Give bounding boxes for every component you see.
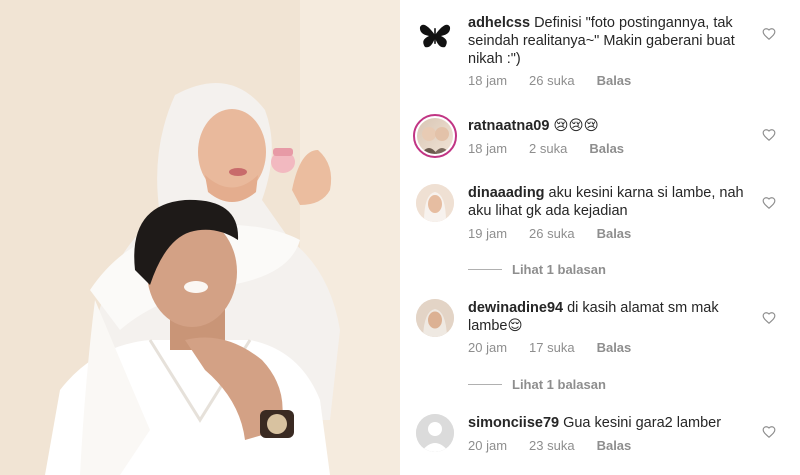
reply-button[interactable]: Balas	[597, 438, 632, 453]
avatar-photo	[416, 184, 454, 222]
heart-icon[interactable]	[762, 128, 776, 142]
comment-likes[interactable]: 2 suka	[529, 141, 567, 156]
avatar[interactable]	[416, 414, 454, 452]
comment-text: adhelcss Definisi "foto postingannya, tak…	[468, 14, 758, 68]
comment-meta: 20 jam 17 suka Balas	[468, 340, 653, 355]
comment-time[interactable]: 19 jam	[468, 226, 507, 241]
avatar-image	[417, 118, 453, 154]
reply-button[interactable]: Balas	[597, 73, 632, 88]
replies-divider	[468, 269, 502, 270]
comment-time[interactable]: 20 jam	[468, 438, 507, 453]
couple-photo-illustration	[0, 0, 400, 475]
comment-meta: 18 jam 2 suka Balas	[468, 141, 646, 156]
heart-icon[interactable]	[762, 27, 776, 41]
heart-icon[interactable]	[762, 196, 776, 210]
avatar[interactable]	[416, 16, 454, 54]
view-replies-label[interactable]: Lihat 1 balasan	[512, 262, 606, 277]
comment-likes[interactable]: 26 suka	[529, 226, 575, 241]
comment-username[interactable]: dewinadine94	[468, 300, 563, 316]
avatar[interactable]	[413, 114, 457, 158]
comment-text: dewinadine94 di kasih alamat sm mak lambe…	[468, 299, 758, 335]
comment-username[interactable]: ratnaatna09	[468, 118, 549, 134]
comment-meta: 18 jam 26 suka Balas	[468, 73, 653, 88]
comment-text: simonciise79 Gua kesini gara2 lamber	[468, 414, 758, 432]
comment-username[interactable]: adhelcss	[468, 15, 530, 31]
comment-time[interactable]: 18 jam	[468, 141, 507, 156]
view-replies-button[interactable]: Lihat 1 balasan	[468, 262, 606, 277]
post-photo	[0, 0, 400, 475]
comment-body: 😢😢😢	[553, 118, 599, 134]
view-replies-button[interactable]: Lihat 1 balasan	[468, 377, 606, 392]
comment-likes[interactable]: 23 suka	[529, 438, 575, 453]
comment-text: ratnaatna09 😢😢😢	[468, 117, 758, 135]
butterfly-icon	[419, 24, 451, 48]
comment-body: Gua kesini gara2 lamber	[563, 415, 722, 431]
replies-divider	[468, 384, 502, 385]
heart-icon[interactable]	[762, 311, 776, 325]
comment-likes[interactable]: 26 suka	[529, 73, 575, 88]
reply-button[interactable]: Balas	[589, 141, 624, 156]
comment-username[interactable]: dinaaading	[468, 185, 545, 201]
avatar[interactable]	[416, 184, 454, 222]
reply-button[interactable]: Balas	[597, 226, 632, 241]
default-user-icon	[416, 414, 454, 452]
comments-panel: adhelcss Definisi "foto postingannya, tak…	[400, 0, 800, 475]
comment-meta: 20 jam 23 suka Balas	[468, 438, 653, 453]
view-replies-label[interactable]: Lihat 1 balasan	[512, 377, 606, 392]
comment-likes[interactable]: 17 suka	[529, 340, 575, 355]
avatar-photo	[416, 299, 454, 337]
avatar[interactable]	[416, 299, 454, 337]
comment-time[interactable]: 18 jam	[468, 73, 507, 88]
comment-meta: 19 jam 26 suka Balas	[468, 226, 653, 241]
reply-button[interactable]: Balas	[597, 340, 632, 355]
heart-icon[interactable]	[762, 425, 776, 439]
comment-text: dinaaading aku kesini karna si lambe, nah…	[468, 184, 758, 220]
comment-username[interactable]: simonciise79	[468, 415, 559, 431]
comment-time[interactable]: 20 jam	[468, 340, 507, 355]
avatar-photo	[421, 127, 450, 154]
